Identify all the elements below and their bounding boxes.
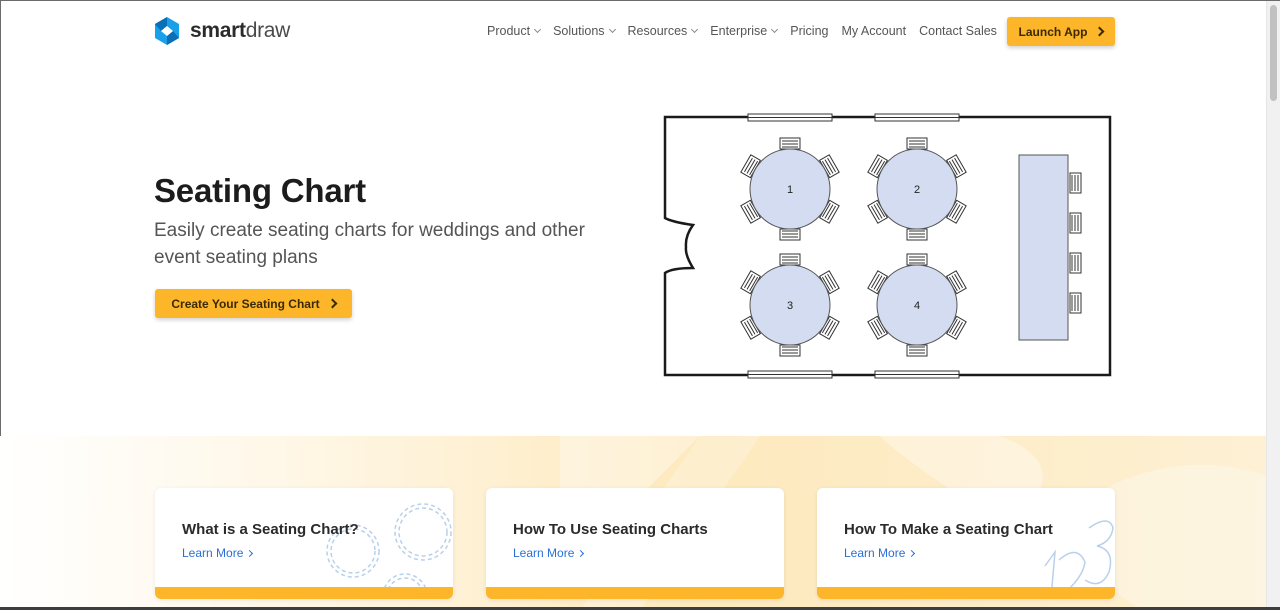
card-accent-bar — [155, 587, 453, 599]
learn-more-link[interactable]: Learn More — [513, 546, 585, 560]
chevron-down-icon — [771, 25, 779, 34]
chevron-right-icon — [577, 549, 585, 557]
nav-label: My Account — [841, 24, 907, 38]
learn-more-label: Learn More — [844, 546, 906, 560]
nav-label: Pricing — [790, 24, 829, 38]
vertical-scrollbar[interactable] — [1266, 1, 1280, 607]
numbers-outline-icon — [1044, 520, 1114, 599]
nav-label: Solutions — [553, 24, 605, 38]
smartdraw-logo-icon — [155, 17, 179, 45]
table-number: 4 — [914, 300, 920, 312]
chevron-down-icon — [691, 25, 699, 34]
info-card-how-to-make[interactable]: How To Make a Seating Chart Learn More — [817, 488, 1115, 599]
nav-item-contact-sales[interactable]: Contact Sales — [919, 24, 997, 38]
main-nav: Product Solutions Resources Enterprise P… — [487, 24, 1010, 38]
learn-more-link[interactable]: Learn More — [182, 546, 254, 560]
smartdraw-logo[interactable]: smartdraw — [154, 17, 290, 45]
card-title: How To Make a Seating Chart — [844, 521, 1053, 538]
nav-item-resources[interactable]: Resources — [627, 24, 699, 38]
chevron-right-icon — [1094, 26, 1105, 37]
nav-item-product[interactable]: Product — [487, 24, 542, 38]
launch-app-label: Launch App — [1018, 24, 1088, 39]
nav-label: Enterprise — [710, 24, 768, 38]
create-seating-chart-button[interactable]: Create Your Seating Chart — [155, 289, 352, 318]
table-number: 2 — [914, 184, 920, 196]
logo-wordmark-bold: smart — [190, 19, 246, 42]
launch-app-button[interactable]: Launch App — [1007, 17, 1115, 46]
nav-label: Product — [487, 24, 531, 38]
info-card-how-to-use[interactable]: How To Use Seating Charts Learn More — [486, 488, 784, 599]
nav-item-enterprise[interactable]: Enterprise — [710, 24, 779, 38]
page-title: Seating Chart — [154, 172, 366, 209]
create-seating-chart-label: Create Your Seating Chart — [171, 296, 320, 311]
nav-item-my-account[interactable]: My Account — [841, 24, 906, 38]
page-subtitle: Easily create seating charts for wedding… — [154, 220, 585, 268]
nav-item-pricing[interactable]: Pricing — [790, 24, 828, 38]
card-accent-bar — [486, 587, 784, 599]
nav-label: Contact Sales — [919, 24, 997, 38]
logo-wordmark: smartdraw — [190, 19, 290, 43]
card-accent-bar — [817, 587, 1115, 599]
chevron-right-icon — [908, 549, 916, 557]
learn-more-label: Learn More — [513, 546, 575, 560]
card-title: What is a Seating Chart? — [182, 521, 359, 538]
card-title: How To Use Seating Charts — [513, 521, 708, 538]
scrollbar-thumb[interactable] — [1270, 5, 1277, 101]
chevron-right-icon — [246, 549, 254, 557]
table-number: 3 — [787, 300, 793, 312]
nav-item-solutions[interactable]: Solutions — [553, 24, 616, 38]
nav-label: Resources — [627, 24, 688, 38]
learn-more-label: Learn More — [182, 546, 244, 560]
logo-wordmark-light: draw — [245, 19, 291, 42]
table-number: 1 — [787, 184, 793, 196]
chevron-down-icon — [534, 25, 542, 34]
seating-chart-illustration: 1 2 3 4 — [663, 113, 1112, 379]
info-card-what-is[interactable]: What is a Seating Chart? Learn More — [155, 488, 453, 599]
gear-outline-icon — [326, 503, 452, 599]
chevron-right-icon — [327, 298, 338, 309]
site-header: smartdraw Product Solutions Resources En… — [0, 0, 1267, 64]
learn-more-link[interactable]: Learn More — [844, 546, 916, 560]
chevron-down-icon — [608, 25, 616, 34]
